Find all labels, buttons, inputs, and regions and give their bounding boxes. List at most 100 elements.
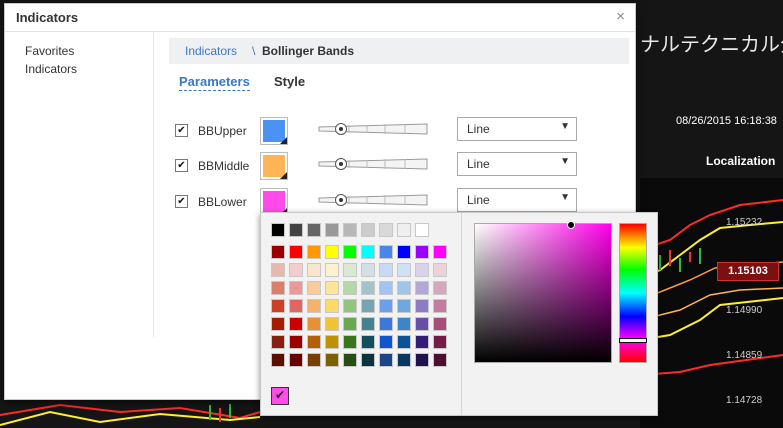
- palette-color-cell[interactable]: [289, 335, 303, 349]
- palette-color-cell[interactable]: [379, 353, 393, 367]
- selected-color-swatch[interactable]: ✔: [271, 387, 289, 405]
- palette-color-cell[interactable]: [361, 299, 375, 313]
- bblower-style-select[interactable]: Line ▼: [457, 188, 577, 212]
- palette-color-cell[interactable]: [361, 245, 375, 259]
- palette-color-cell[interactable]: [379, 281, 393, 295]
- palette-color-cell[interactable]: [361, 223, 375, 237]
- palette-color-cell[interactable]: [343, 317, 357, 331]
- palette-color-cell[interactable]: [415, 317, 429, 331]
- palette-color-cell[interactable]: [271, 335, 285, 349]
- palette-color-cell[interactable]: [307, 223, 321, 237]
- bbmiddle-color-button[interactable]: [260, 152, 288, 180]
- palette-color-cell[interactable]: [433, 335, 447, 349]
- palette-color-cell[interactable]: [361, 263, 375, 277]
- palette-color-cell[interactable]: [433, 245, 447, 259]
- saturation-handle[interactable]: [567, 221, 575, 229]
- palette-color-cell[interactable]: [271, 317, 285, 331]
- palette-color-cell[interactable]: [325, 299, 339, 313]
- breadcrumb-link-indicators[interactable]: Indicators: [185, 38, 237, 64]
- palette-color-cell[interactable]: [325, 245, 339, 259]
- palette-color-cell[interactable]: [433, 299, 447, 313]
- palette-color-cell[interactable]: [379, 263, 393, 277]
- palette-color-cell[interactable]: [361, 281, 375, 295]
- tab-style[interactable]: Style: [274, 74, 305, 89]
- palette-color-cell[interactable]: [307, 263, 321, 277]
- bbmiddle-width-slider[interactable]: [317, 157, 429, 171]
- palette-color-cell[interactable]: [289, 263, 303, 277]
- palette-color-cell[interactable]: [325, 263, 339, 277]
- palette-color-cell[interactable]: [415, 263, 429, 277]
- localization-label[interactable]: Localization: [706, 154, 775, 168]
- palette-color-cell[interactable]: [271, 281, 285, 295]
- palette-color-cell[interactable]: [433, 281, 447, 295]
- palette-color-cell[interactable]: [289, 223, 303, 237]
- bblower-checkbox[interactable]: ✔: [175, 195, 188, 208]
- palette-color-cell[interactable]: [289, 299, 303, 313]
- palette-color-cell[interactable]: [289, 317, 303, 331]
- tab-parameters[interactable]: Parameters: [179, 74, 250, 91]
- palette-color-cell[interactable]: [415, 299, 429, 313]
- palette-color-cell[interactable]: [271, 299, 285, 313]
- bbupper-checkbox[interactable]: ✔: [175, 124, 188, 137]
- palette-color-cell[interactable]: [397, 353, 411, 367]
- palette-color-cell[interactable]: [397, 335, 411, 349]
- palette-color-cell[interactable]: [271, 353, 285, 367]
- palette-color-cell[interactable]: [397, 223, 411, 237]
- palette-color-cell[interactable]: [307, 353, 321, 367]
- palette-color-cell[interactable]: [325, 317, 339, 331]
- palette-color-cell[interactable]: [307, 299, 321, 313]
- palette-color-cell[interactable]: [343, 223, 357, 237]
- palette-color-cell[interactable]: [343, 245, 357, 259]
- hue-slider[interactable]: [619, 223, 647, 363]
- palette-color-cell[interactable]: [415, 335, 429, 349]
- saturation-value-area[interactable]: [474, 221, 612, 363]
- palette-color-cell[interactable]: [433, 353, 447, 367]
- sidebar-item-favorites[interactable]: Favorites: [25, 44, 74, 58]
- palette-color-cell[interactable]: [343, 335, 357, 349]
- palette-color-cell[interactable]: [379, 335, 393, 349]
- palette-color-cell[interactable]: [397, 317, 411, 331]
- palette-color-cell[interactable]: [343, 281, 357, 295]
- palette-color-cell[interactable]: [397, 263, 411, 277]
- palette-color-cell[interactable]: [289, 245, 303, 259]
- palette-color-cell[interactable]: [415, 245, 429, 259]
- bbupper-color-button[interactable]: [260, 117, 288, 145]
- palette-color-cell[interactable]: [325, 335, 339, 349]
- palette-color-cell[interactable]: [307, 245, 321, 259]
- palette-color-cell[interactable]: [379, 317, 393, 331]
- palette-color-cell[interactable]: [415, 353, 429, 367]
- palette-color-cell[interactable]: [415, 281, 429, 295]
- palette-color-cell[interactable]: [379, 299, 393, 313]
- palette-color-cell[interactable]: [343, 263, 357, 277]
- close-icon[interactable]: ×: [616, 8, 625, 25]
- palette-color-cell[interactable]: [271, 223, 285, 237]
- palette-color-cell[interactable]: [307, 335, 321, 349]
- palette-color-cell[interactable]: [289, 281, 303, 295]
- palette-color-cell[interactable]: [325, 281, 339, 295]
- palette-color-cell[interactable]: [379, 245, 393, 259]
- palette-color-cell[interactable]: [289, 353, 303, 367]
- palette-color-cell[interactable]: [325, 353, 339, 367]
- palette-color-cell[interactable]: [325, 223, 339, 237]
- bbmiddle-style-select[interactable]: Line ▼: [457, 152, 577, 176]
- bblower-width-slider[interactable]: [317, 193, 429, 207]
- bbmiddle-checkbox[interactable]: ✔: [175, 159, 188, 172]
- palette-color-cell[interactable]: [343, 299, 357, 313]
- hue-handle[interactable]: [619, 338, 647, 343]
- palette-color-cell[interactable]: [415, 223, 429, 237]
- palette-color-cell[interactable]: [397, 245, 411, 259]
- palette-color-cell[interactable]: [307, 281, 321, 295]
- palette-color-cell[interactable]: [433, 317, 447, 331]
- palette-color-cell[interactable]: [397, 299, 411, 313]
- bbupper-style-select[interactable]: Line ▼: [457, 117, 577, 141]
- palette-color-cell[interactable]: [361, 353, 375, 367]
- palette-color-cell[interactable]: [379, 223, 393, 237]
- palette-color-cell[interactable]: [361, 317, 375, 331]
- palette-color-cell[interactable]: [361, 335, 375, 349]
- palette-color-cell[interactable]: [307, 317, 321, 331]
- palette-color-cell[interactable]: [343, 353, 357, 367]
- palette-color-cell[interactable]: [397, 281, 411, 295]
- palette-color-cell[interactable]: [271, 245, 285, 259]
- sidebar-item-indicators[interactable]: Indicators: [25, 62, 77, 76]
- bbupper-width-slider[interactable]: [317, 122, 429, 136]
